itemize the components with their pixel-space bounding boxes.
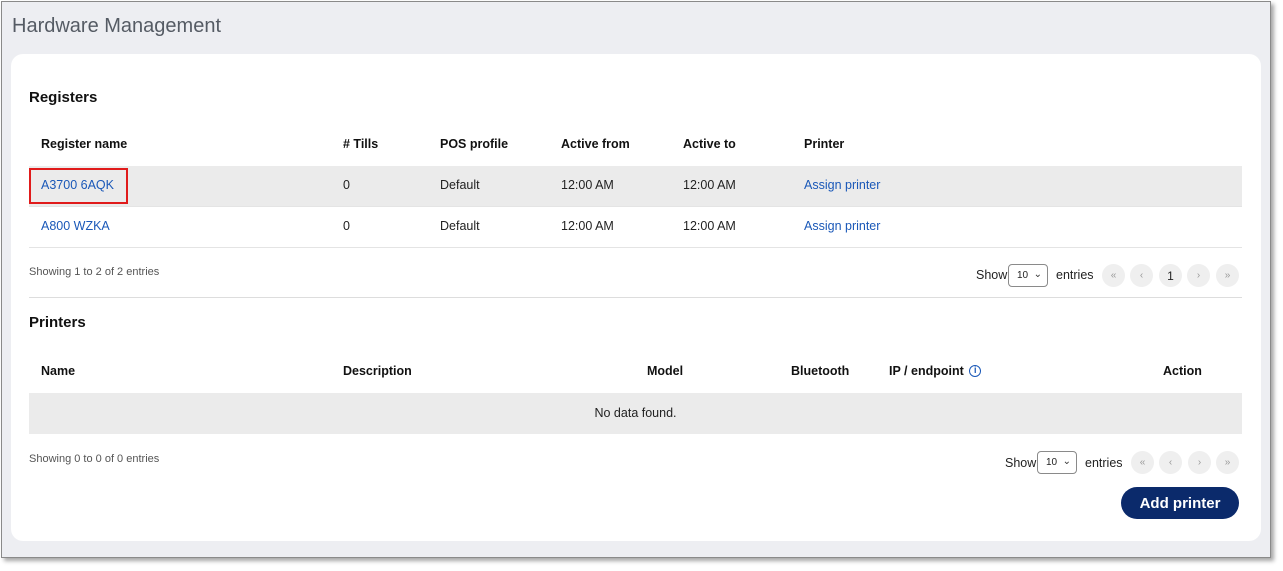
- add-printer-button[interactable]: Add printer: [1121, 487, 1239, 519]
- show-label: Show: [1005, 456, 1037, 470]
- tills-count: 0: [343, 178, 350, 192]
- printers-entries-info: Showing 0 to 0 of 0 entries: [29, 453, 160, 465]
- col-action: Action: [1163, 364, 1202, 378]
- empty-table-message: No data found.: [29, 393, 1242, 434]
- entries-label: entries: [1085, 456, 1123, 470]
- last-page-button[interactable]: »: [1216, 264, 1239, 287]
- chevron-down-icon: ⌄: [1033, 269, 1042, 280]
- col-model: Model: [647, 364, 684, 378]
- col-printer: Printer: [804, 137, 845, 151]
- assign-printer-link[interactable]: Assign printer: [804, 178, 880, 192]
- active-to: 12:00 AM: [683, 178, 736, 192]
- col-tills: # Tills: [343, 137, 379, 151]
- info-circle-icon[interactable]: i: [969, 365, 982, 377]
- col-active-from: Active from: [561, 137, 630, 151]
- prev-page-button[interactable]: ‹: [1159, 451, 1182, 474]
- register-name-link[interactable]: A800 WZKA: [41, 219, 110, 233]
- first-page-button[interactable]: «: [1102, 264, 1125, 287]
- col-ip-endpoint-label: IP / endpoint: [889, 364, 964, 378]
- first-page-button[interactable]: «: [1131, 451, 1154, 474]
- chevron-down-icon: ⌄: [1062, 456, 1071, 467]
- entries-label: entries: [1056, 268, 1094, 282]
- assign-printer-link[interactable]: Assign printer: [804, 219, 880, 233]
- page-size-value: 10: [1017, 270, 1029, 281]
- col-register-name: Register name: [41, 137, 128, 151]
- section-divider: [29, 297, 1242, 298]
- table-row: A3700 6AQK 0 Default 12:00 AM 12:00 AM A…: [29, 166, 1242, 207]
- col-active-to: Active to: [683, 137, 736, 151]
- next-page-button[interactable]: ›: [1188, 451, 1211, 474]
- show-label: Show: [976, 268, 1008, 282]
- next-page-button[interactable]: ›: [1187, 264, 1210, 287]
- pos-profile: Default: [440, 219, 480, 233]
- registers-entries-info: Showing 1 to 2 of 2 entries: [29, 266, 160, 278]
- printers-page-size-select[interactable]: 10 ⌄: [1037, 451, 1077, 474]
- app-window: Hardware Management Registers Register n…: [1, 1, 1271, 558]
- prev-page-button[interactable]: ‹: [1130, 264, 1153, 287]
- col-ip-endpoint: IP / endpoint i: [889, 364, 982, 378]
- last-page-button[interactable]: »: [1216, 451, 1239, 474]
- register-name-link[interactable]: A3700 6AQK: [41, 178, 114, 192]
- tills-count: 0: [343, 219, 350, 233]
- page-1-button[interactable]: 1: [1159, 264, 1182, 287]
- main-card: Registers Register name # Tills POS prof…: [11, 54, 1261, 541]
- col-name: Name: [41, 364, 76, 378]
- registers-title: Registers: [29, 89, 98, 106]
- printers-title: Printers: [29, 314, 86, 331]
- page-title: Hardware Management: [12, 15, 221, 37]
- registers-page-size-select[interactable]: 10 ⌄: [1008, 264, 1048, 287]
- active-from: 12:00 AM: [561, 178, 614, 192]
- pos-profile: Default: [440, 178, 480, 192]
- page-size-value: 10: [1046, 457, 1058, 468]
- table-row: A800 WZKA 0 Default 12:00 AM 12:00 AM As…: [29, 207, 1242, 248]
- col-description: Description: [343, 364, 412, 378]
- col-pos-profile: POS profile: [440, 137, 509, 151]
- active-to: 12:00 AM: [683, 219, 736, 233]
- active-from: 12:00 AM: [561, 219, 614, 233]
- col-bluetooth: Bluetooth: [791, 364, 850, 378]
